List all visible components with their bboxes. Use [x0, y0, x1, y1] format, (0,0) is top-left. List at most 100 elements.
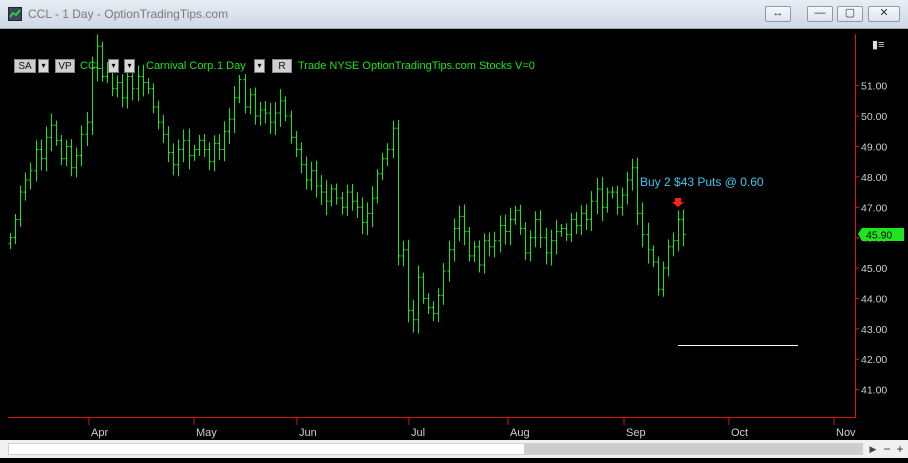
ohlc-bar	[23, 172, 28, 201]
ohlc-bar	[646, 222, 651, 264]
ohlc-bar	[477, 240, 482, 273]
time-tick-label: Jun	[299, 427, 317, 439]
symbol-dropdown-icon[interactable]: ▾	[108, 59, 119, 73]
interval-dropdown-icon[interactable]: ▾	[254, 59, 265, 73]
ohlc-bar	[49, 113, 54, 152]
ohlc-bar	[192, 144, 197, 161]
ohlc-bar	[498, 215, 503, 253]
ohlc-bar	[620, 187, 625, 216]
chart-area[interactable]: 51.0050.0049.0048.0047.0046.0045.0044.00…	[0, 29, 908, 458]
ohlc-bar	[258, 101, 263, 126]
ohlc-bar	[187, 128, 192, 170]
entry-arrow-icon	[672, 198, 684, 207]
scroll-track[interactable]	[8, 443, 863, 455]
ohlc-bar	[360, 197, 365, 235]
ohlc-bar	[79, 125, 84, 167]
ohlc-bar	[54, 120, 59, 146]
ohlc-bar	[263, 100, 268, 124]
ohlc-bar	[401, 240, 406, 267]
time-tick-label: Jul	[411, 427, 425, 439]
time-tick-label: Aug	[510, 427, 530, 439]
ohlc-bar	[28, 162, 33, 190]
ohlc-bar	[166, 126, 171, 163]
ohlc-bar	[278, 89, 283, 127]
ohlc-bars	[8, 34, 686, 334]
ohlc-bar	[605, 187, 610, 213]
ohlc-bar	[676, 210, 681, 252]
ohlc-bar	[44, 126, 49, 172]
ohlc-bar	[462, 204, 467, 246]
ohlc-bar	[125, 67, 130, 109]
time-tick-label: Apr	[91, 427, 108, 439]
ohlc-bar	[518, 204, 523, 235]
ohlc-bar	[472, 241, 477, 263]
ohlc-bar	[549, 229, 554, 266]
ohlc-bar	[217, 134, 222, 161]
ohlc-bar	[375, 169, 380, 204]
ohlc-bar	[635, 157, 640, 226]
sa-button[interactable]: SA	[14, 59, 36, 73]
ohlc-bar	[523, 222, 528, 261]
ohlc-bar	[589, 191, 594, 232]
ohlc-bar	[151, 83, 156, 114]
zoom-in-icon[interactable]: +	[894, 442, 906, 456]
ohlc-bar	[666, 239, 671, 277]
time-scrollbar[interactable]: ▶ − +	[0, 440, 908, 458]
ohlc-bar	[64, 140, 69, 167]
maximize-button[interactable]: ▢	[837, 6, 863, 22]
ohlc-bar	[564, 223, 569, 242]
symbol-label[interactable]: CCL	[80, 60, 102, 72]
last-price-label: 45.90	[866, 230, 892, 242]
ohlc-bar	[600, 177, 605, 222]
ohlc-bar	[334, 183, 339, 205]
price-chart[interactable]: 51.0050.0049.0048.0047.0046.0045.0044.00…	[0, 29, 908, 458]
ohlc-bar	[181, 129, 186, 163]
r-button[interactable]: R	[272, 59, 292, 73]
scale-menu-icon[interactable]: ▮≡	[872, 39, 884, 51]
ohlc-bar	[492, 231, 497, 258]
link-window-button[interactable]: ↔	[765, 6, 791, 22]
time-axis: Apr May Jun Jul Aug Sep Oct Nov	[88, 417, 856, 439]
ohlc-bar	[391, 120, 396, 159]
ohlc-bar	[115, 75, 120, 98]
scroll-right-icon[interactable]: ▶	[866, 442, 880, 456]
ohlc-bar	[207, 142, 212, 171]
ohlc-bar	[411, 299, 416, 333]
ohlc-bar	[304, 156, 309, 190]
ohlc-bar	[380, 153, 385, 181]
ohlc-bar	[350, 183, 355, 211]
scroll-thumb[interactable]	[524, 444, 862, 454]
price-tick-label: 48.00	[861, 172, 887, 184]
interval-label[interactable]: 1 Day	[217, 60, 246, 72]
chart-info: Trade NYSE OptionTradingTips.com Stocks …	[298, 60, 535, 72]
ohlc-bar	[283, 96, 288, 122]
time-tick-label: Nov	[836, 427, 856, 439]
price-tick-label: 44.00	[861, 293, 887, 305]
ohlc-bar	[95, 34, 100, 82]
ohlc-bar	[329, 184, 334, 207]
vp-button[interactable]: VP	[55, 59, 75, 73]
ohlc-bar	[610, 186, 615, 199]
ohlc-bar	[416, 265, 421, 334]
ohlc-bar	[161, 114, 166, 143]
ohlc-bar	[136, 65, 141, 102]
price-tick-label: 45.00	[861, 263, 887, 275]
ohlc-bar	[222, 121, 227, 162]
ohlc-bar	[289, 110, 294, 144]
ohlc-bar	[69, 139, 74, 177]
ohlc-bar	[559, 223, 564, 237]
ohlc-bar	[370, 186, 375, 228]
close-button[interactable]: ✕	[868, 6, 900, 22]
zoom-out-icon[interactable]: −	[881, 442, 893, 456]
ohlc-bar	[13, 213, 18, 245]
ohlc-bar	[482, 233, 487, 274]
minimize-button[interactable]: —	[807, 6, 833, 22]
time-tick-label: Sep	[626, 427, 646, 439]
ohlc-bar	[197, 134, 202, 156]
sa-dropdown-icon[interactable]: ▾	[38, 59, 49, 73]
ohlc-bar	[508, 207, 513, 246]
ohlc-bar	[39, 139, 44, 171]
ohlc-bar	[554, 219, 559, 255]
ohlc-bar	[273, 102, 278, 135]
symbol-menu-icon[interactable]: ▾	[124, 59, 135, 73]
